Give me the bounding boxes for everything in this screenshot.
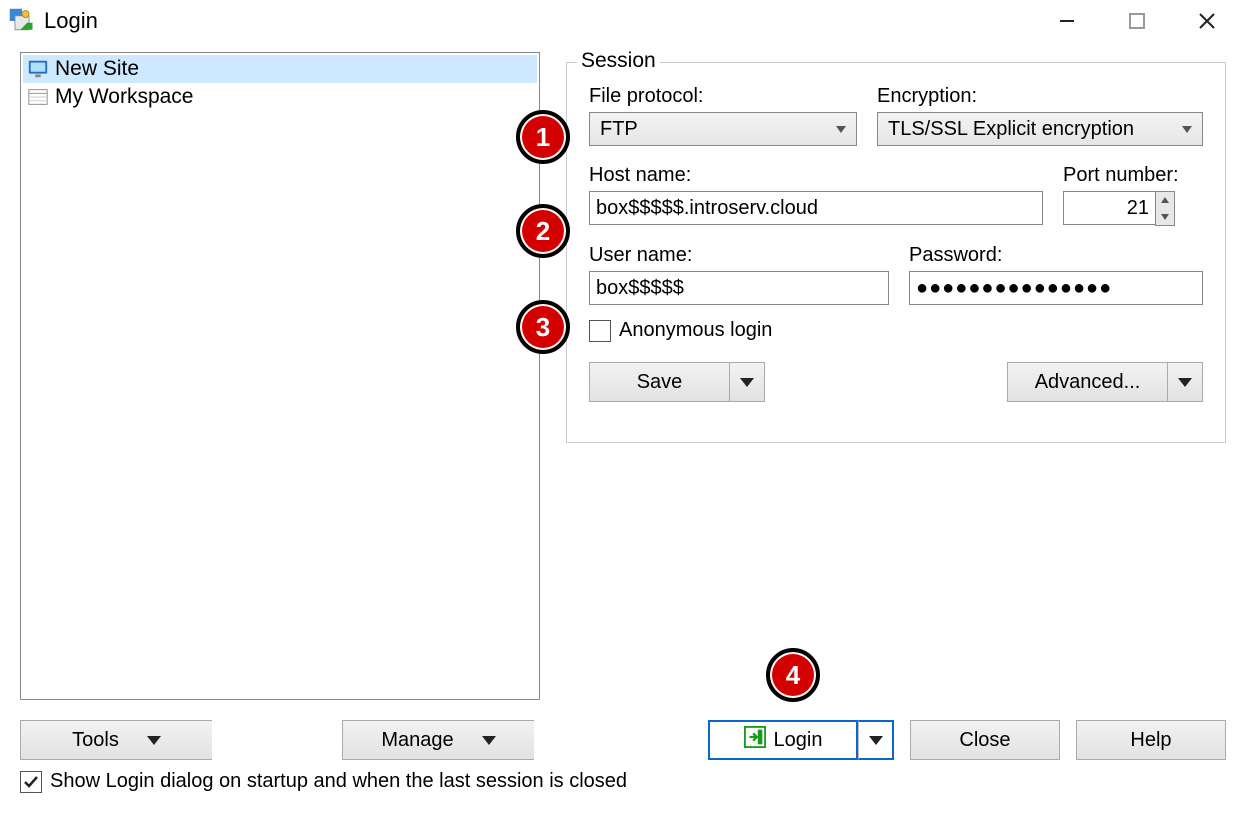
encryption-select[interactable]: TLS/SSL Explicit encryption xyxy=(877,112,1203,146)
spinner-down[interactable] xyxy=(1156,209,1174,226)
close-button-bottom[interactable]: Close xyxy=(910,720,1060,760)
monitor-icon xyxy=(27,58,49,80)
login-button-group: 4 Login xyxy=(708,720,894,760)
session-group: Session File protocol: FTP Encryption: T… xyxy=(566,62,1226,443)
port-number-input[interactable] xyxy=(1063,191,1203,226)
manage-button[interactable]: Manage xyxy=(342,720,534,760)
chevron-down-icon xyxy=(836,126,846,133)
app-icon xyxy=(8,7,36,35)
user-name-label: User name: xyxy=(589,244,889,267)
save-button-group: Save xyxy=(589,362,765,402)
session-panel: Session File protocol: FTP Encryption: T… xyxy=(566,52,1226,700)
spinner-up[interactable] xyxy=(1156,192,1174,209)
advanced-button[interactable]: Advanced... xyxy=(1007,362,1167,402)
annotation-1: 1 xyxy=(516,110,570,164)
site-item-label: My Workspace xyxy=(55,85,193,109)
annotation-3: 3 xyxy=(516,300,570,354)
password-value: ●●●●●●●●●●●●●●● xyxy=(916,277,1112,300)
advanced-button-group: Advanced... xyxy=(1007,362,1203,402)
port-spinner[interactable] xyxy=(1155,191,1175,226)
tools-button-group: Tools xyxy=(20,720,212,760)
host-name-label: Host name: xyxy=(589,164,1043,187)
minimize-button[interactable] xyxy=(1032,1,1102,41)
title-bar: Login xyxy=(0,0,1246,42)
session-legend: Session xyxy=(577,49,660,73)
show-login-dialog-label: Show Login dialog on startup and when th… xyxy=(50,770,627,793)
site-item-my-workspace[interactable]: My Workspace xyxy=(23,83,537,111)
file-protocol-label: File protocol: xyxy=(589,85,857,108)
help-button-label: Help xyxy=(1130,729,1171,752)
host-name-input[interactable]: box$$$$$.introserv.cloud xyxy=(589,191,1043,225)
close-button[interactable] xyxy=(1172,1,1242,41)
site-list[interactable]: New Site My Workspace xyxy=(20,52,540,700)
show-login-dialog-checkbox[interactable]: Show Login dialog on startup and when th… xyxy=(0,764,1246,799)
chevron-down-icon xyxy=(147,736,161,745)
encryption-label: Encryption: xyxy=(877,85,1203,108)
tools-button-label: Tools xyxy=(72,729,119,752)
host-name-value: box$$$$$.introserv.cloud xyxy=(596,197,818,220)
save-dropdown-button[interactable] xyxy=(729,362,765,402)
workspace-icon xyxy=(27,86,49,108)
manage-button-group: Manage xyxy=(342,720,534,760)
chevron-down-icon xyxy=(1182,126,1192,133)
advanced-button-label: Advanced... xyxy=(1035,371,1141,394)
anonymous-login-label: Anonymous login xyxy=(619,319,772,342)
manage-button-label: Manage xyxy=(381,729,453,752)
save-button[interactable]: Save xyxy=(589,362,729,402)
annotation-2: 2 xyxy=(516,204,570,258)
user-name-value: box$$$$$ xyxy=(596,277,684,300)
user-name-input[interactable]: box$$$$$ xyxy=(589,271,889,305)
chevron-down-icon xyxy=(740,378,754,387)
login-button[interactable]: Login xyxy=(708,720,858,760)
password-label: Password: xyxy=(909,244,1203,267)
login-icon xyxy=(744,726,766,754)
bottom-button-row: Tools Manage 4 Login Close Help xyxy=(0,710,1246,764)
chevron-down-icon xyxy=(869,736,883,745)
file-protocol-select[interactable]: FTP xyxy=(589,112,857,146)
window-controls xyxy=(1032,1,1242,41)
login-dropdown-button[interactable] xyxy=(858,720,894,760)
port-number-label: Port number: xyxy=(1063,164,1203,187)
chevron-up-icon xyxy=(1161,197,1169,203)
chevron-down-icon xyxy=(1178,378,1192,387)
save-button-label: Save xyxy=(637,371,683,394)
help-button[interactable]: Help xyxy=(1076,720,1226,760)
advanced-dropdown-button[interactable] xyxy=(1167,362,1203,402)
annotation-4: 4 xyxy=(766,648,820,702)
window-title: Login xyxy=(44,8,98,34)
chevron-down-icon xyxy=(482,736,496,745)
tools-button[interactable]: Tools xyxy=(20,720,212,760)
checkbox-checked-icon xyxy=(20,771,42,793)
checkbox-icon xyxy=(589,320,611,342)
login-button-label: Login xyxy=(774,729,823,752)
password-input[interactable]: ●●●●●●●●●●●●●●● xyxy=(909,271,1203,305)
close-button-label: Close xyxy=(959,729,1010,752)
encryption-value: TLS/SSL Explicit encryption xyxy=(888,118,1134,141)
port-number-value[interactable] xyxy=(1063,191,1155,225)
anonymous-login-checkbox[interactable]: Anonymous login xyxy=(589,319,1203,342)
chevron-down-icon xyxy=(1161,214,1169,220)
bottom-buttons-right: 4 Login Close Help xyxy=(708,720,1226,760)
site-item-new-site[interactable]: New Site xyxy=(23,55,537,83)
file-protocol-value: FTP xyxy=(600,118,638,141)
site-item-label: New Site xyxy=(55,57,139,81)
maximize-button[interactable] xyxy=(1102,1,1172,41)
